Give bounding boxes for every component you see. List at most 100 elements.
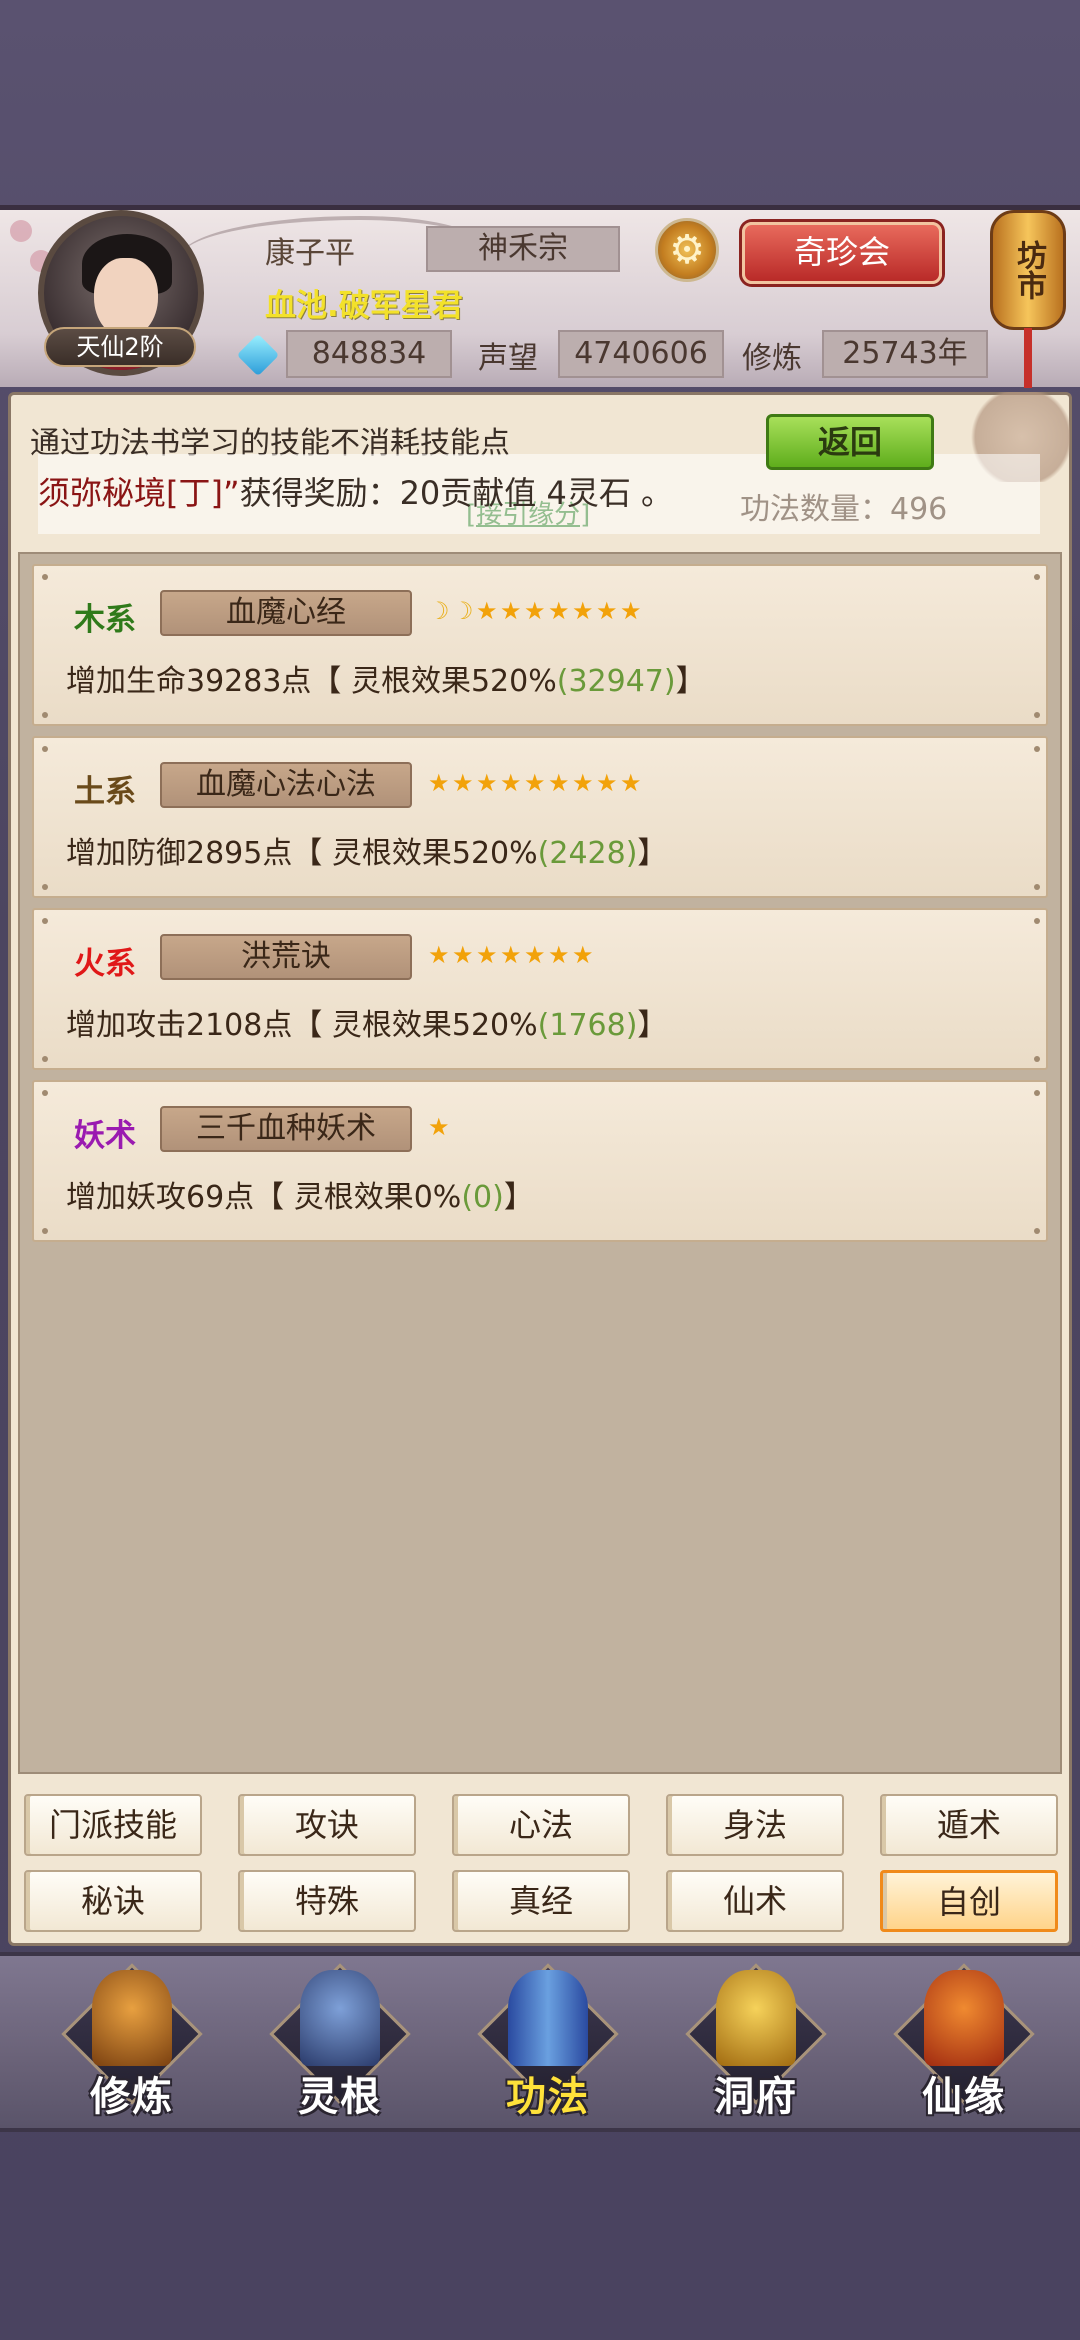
- corner-rivet: [42, 1090, 48, 1096]
- cave-mansion-icon: [716, 1970, 796, 2066]
- nav-label: 功法: [506, 2074, 590, 2120]
- ticker-message: 须弥秘境[丁]”获得奖励：20贡献值 4灵石 。: [38, 468, 673, 514]
- nav-label: 修炼: [90, 2074, 174, 2120]
- spirit-stone-count: 848834: [286, 330, 452, 378]
- nav-item[interactable]: 洞府: [676, 1963, 836, 2124]
- skill-star-rating: ★ ★ ★ ★ ★ ★ ★: [428, 940, 594, 970]
- skill-element: 木系: [74, 602, 136, 638]
- category-tab[interactable]: 特殊: [238, 1870, 416, 1932]
- cultivation-label: 修炼: [742, 341, 802, 376]
- corner-rivet: [42, 746, 48, 752]
- star-icon: ★: [428, 769, 450, 797]
- lantern-tassel-decoration: [1024, 328, 1032, 388]
- category-tab[interactable]: 攻诀: [238, 1794, 416, 1856]
- category-tab[interactable]: 身法: [666, 1794, 844, 1856]
- star-icon: ★: [620, 769, 642, 797]
- skill-effect: 增加生命39283点【 灵根效果520%(32947)】: [66, 656, 706, 700]
- star-icon: ★: [620, 597, 642, 625]
- skill-name: 血魔心经: [160, 590, 412, 636]
- avatar-face: [94, 258, 158, 338]
- skill-card[interactable]: 火系 洪荒诀 ★ ★ ★ ★ ★ ★ ★ 增加攻击2108点【 灵根效果520%(1768)】: [32, 908, 1048, 1070]
- corner-rivet: [42, 884, 48, 890]
- cultivation-years: 25743年: [822, 330, 988, 378]
- star-icon: ★: [572, 941, 594, 969]
- effect-bonus: (2428): [537, 836, 638, 871]
- nav-item[interactable]: 灵根: [260, 1963, 420, 2124]
- effect-text: 增加妖攻69点【 灵根效果0%: [66, 1180, 462, 1215]
- star-icon: ★: [500, 597, 522, 625]
- category-tab[interactable]: 心法: [452, 1794, 630, 1856]
- reputation-value: 4740606: [558, 330, 724, 378]
- category-tab[interactable]: 真经: [452, 1870, 630, 1932]
- effect-bonus: (0): [461, 1180, 504, 1215]
- star-icon: ★: [452, 769, 474, 797]
- star-icon: ★: [524, 597, 546, 625]
- nav-label: 仙缘: [922, 2074, 1006, 2120]
- corner-rivet: [1034, 574, 1040, 580]
- star-icon: ★: [452, 941, 474, 969]
- skill-star-rating: ☽ ☽ ★ ★ ★ ★ ★ ★ ★: [428, 596, 642, 626]
- ticker-reward: 获得奖励：20贡献值 4灵石 。: [239, 474, 673, 512]
- skill-effect: 增加妖攻69点【 灵根效果0%(0)】: [66, 1172, 534, 1216]
- corner-rivet: [1034, 712, 1040, 718]
- effect-bracket: 】: [503, 1180, 534, 1215]
- skill-card[interactable]: 木系 血魔心经 ☽ ☽ ★ ★ ★ ★ ★ ★ ★ 增加生命39283点【 灵根效果520%(3294…: [32, 564, 1048, 726]
- moon-icon: ☽: [428, 597, 450, 625]
- category-tab[interactable]: 自创: [880, 1870, 1058, 1932]
- star-icon: ★: [596, 597, 618, 625]
- star-icon: ★: [500, 941, 522, 969]
- corner-rivet: [1034, 884, 1040, 890]
- effect-text: 增加攻击2108点【 灵根效果520%: [66, 1008, 538, 1043]
- corner-rivet: [1034, 746, 1040, 752]
- star-icon: ★: [524, 941, 546, 969]
- back-button[interactable]: 返回: [766, 414, 934, 470]
- corner-rivet: [42, 1228, 48, 1234]
- corner-rivet: [1034, 1228, 1040, 1234]
- category-tab[interactable]: 遁术: [880, 1794, 1058, 1856]
- nav-item[interactable]: 修炼: [52, 1963, 212, 2124]
- corner-rivet: [42, 712, 48, 718]
- effect-text: 增加防御2895点【 灵根效果520%: [66, 836, 538, 871]
- rank-badge: 天仙2阶: [44, 327, 196, 367]
- effect-bonus: (1768): [537, 1008, 638, 1043]
- spirit-root-icon: [300, 1970, 380, 2066]
- skill-name: 三千血种妖术: [160, 1106, 412, 1152]
- effect-bracket: 】: [675, 664, 706, 699]
- treasure-auction-button[interactable]: 奇珍会: [742, 222, 942, 284]
- ticker-main: 须弥秘境[丁]”: [38, 474, 240, 512]
- effect-bonus: (32947): [556, 664, 676, 699]
- skill-star-rating: ★: [428, 1112, 450, 1142]
- skill-star-rating: ★ ★ ★ ★ ★ ★ ★ ★ ★: [428, 768, 642, 798]
- category-tab[interactable]: 门派技能: [24, 1794, 202, 1856]
- moon-icon: ☽: [452, 597, 474, 625]
- market-lantern-button[interactable]: 坊市: [990, 210, 1066, 330]
- skill-name: 血魔心法心法: [160, 762, 412, 808]
- category-tab[interactable]: 仙术: [666, 1870, 844, 1932]
- nav-label: 灵根: [298, 2074, 382, 2120]
- sect-name: 神禾宗: [426, 226, 620, 272]
- nav-label: 洞府: [714, 2074, 798, 2120]
- settings-gear-icon[interactable]: ⚙: [655, 218, 719, 282]
- skill-card[interactable]: 土系 血魔心法心法 ★ ★ ★ ★ ★ ★ ★ ★ ★ 增加防御2895点【 灵根效果520%(242…: [32, 736, 1048, 898]
- star-icon: ★: [548, 597, 570, 625]
- star-icon: ★: [500, 769, 522, 797]
- skill-effect: 增加攻击2108点【 灵根效果520%(1768)】: [66, 1000, 667, 1044]
- nav-item[interactable]: 仙缘: [884, 1963, 1044, 2124]
- cultivator-icon: [92, 1970, 172, 2066]
- skill-element: 土系: [74, 774, 136, 810]
- corner-rivet: [1034, 1090, 1040, 1096]
- player-title: 血池.破军星君: [265, 288, 463, 324]
- skill-effect: 增加防御2895点【 灵根效果520%(2428)】: [66, 828, 667, 872]
- star-icon: ★: [476, 597, 498, 625]
- skill-card[interactable]: 妖术 三千血种妖术 ★ 增加妖攻69点【 灵根效果0%(0)】: [32, 1080, 1048, 1242]
- corner-rivet: [42, 574, 48, 580]
- star-icon: ★: [572, 597, 594, 625]
- star-icon: ★: [476, 941, 498, 969]
- corner-rivet: [1034, 918, 1040, 924]
- nav-item[interactable]: 功法: [468, 1963, 628, 2124]
- star-icon: ★: [524, 769, 546, 797]
- star-icon: ★: [476, 769, 498, 797]
- corner-rivet: [1034, 1056, 1040, 1062]
- category-tab[interactable]: 秘诀: [24, 1870, 202, 1932]
- star-icon: ★: [548, 769, 570, 797]
